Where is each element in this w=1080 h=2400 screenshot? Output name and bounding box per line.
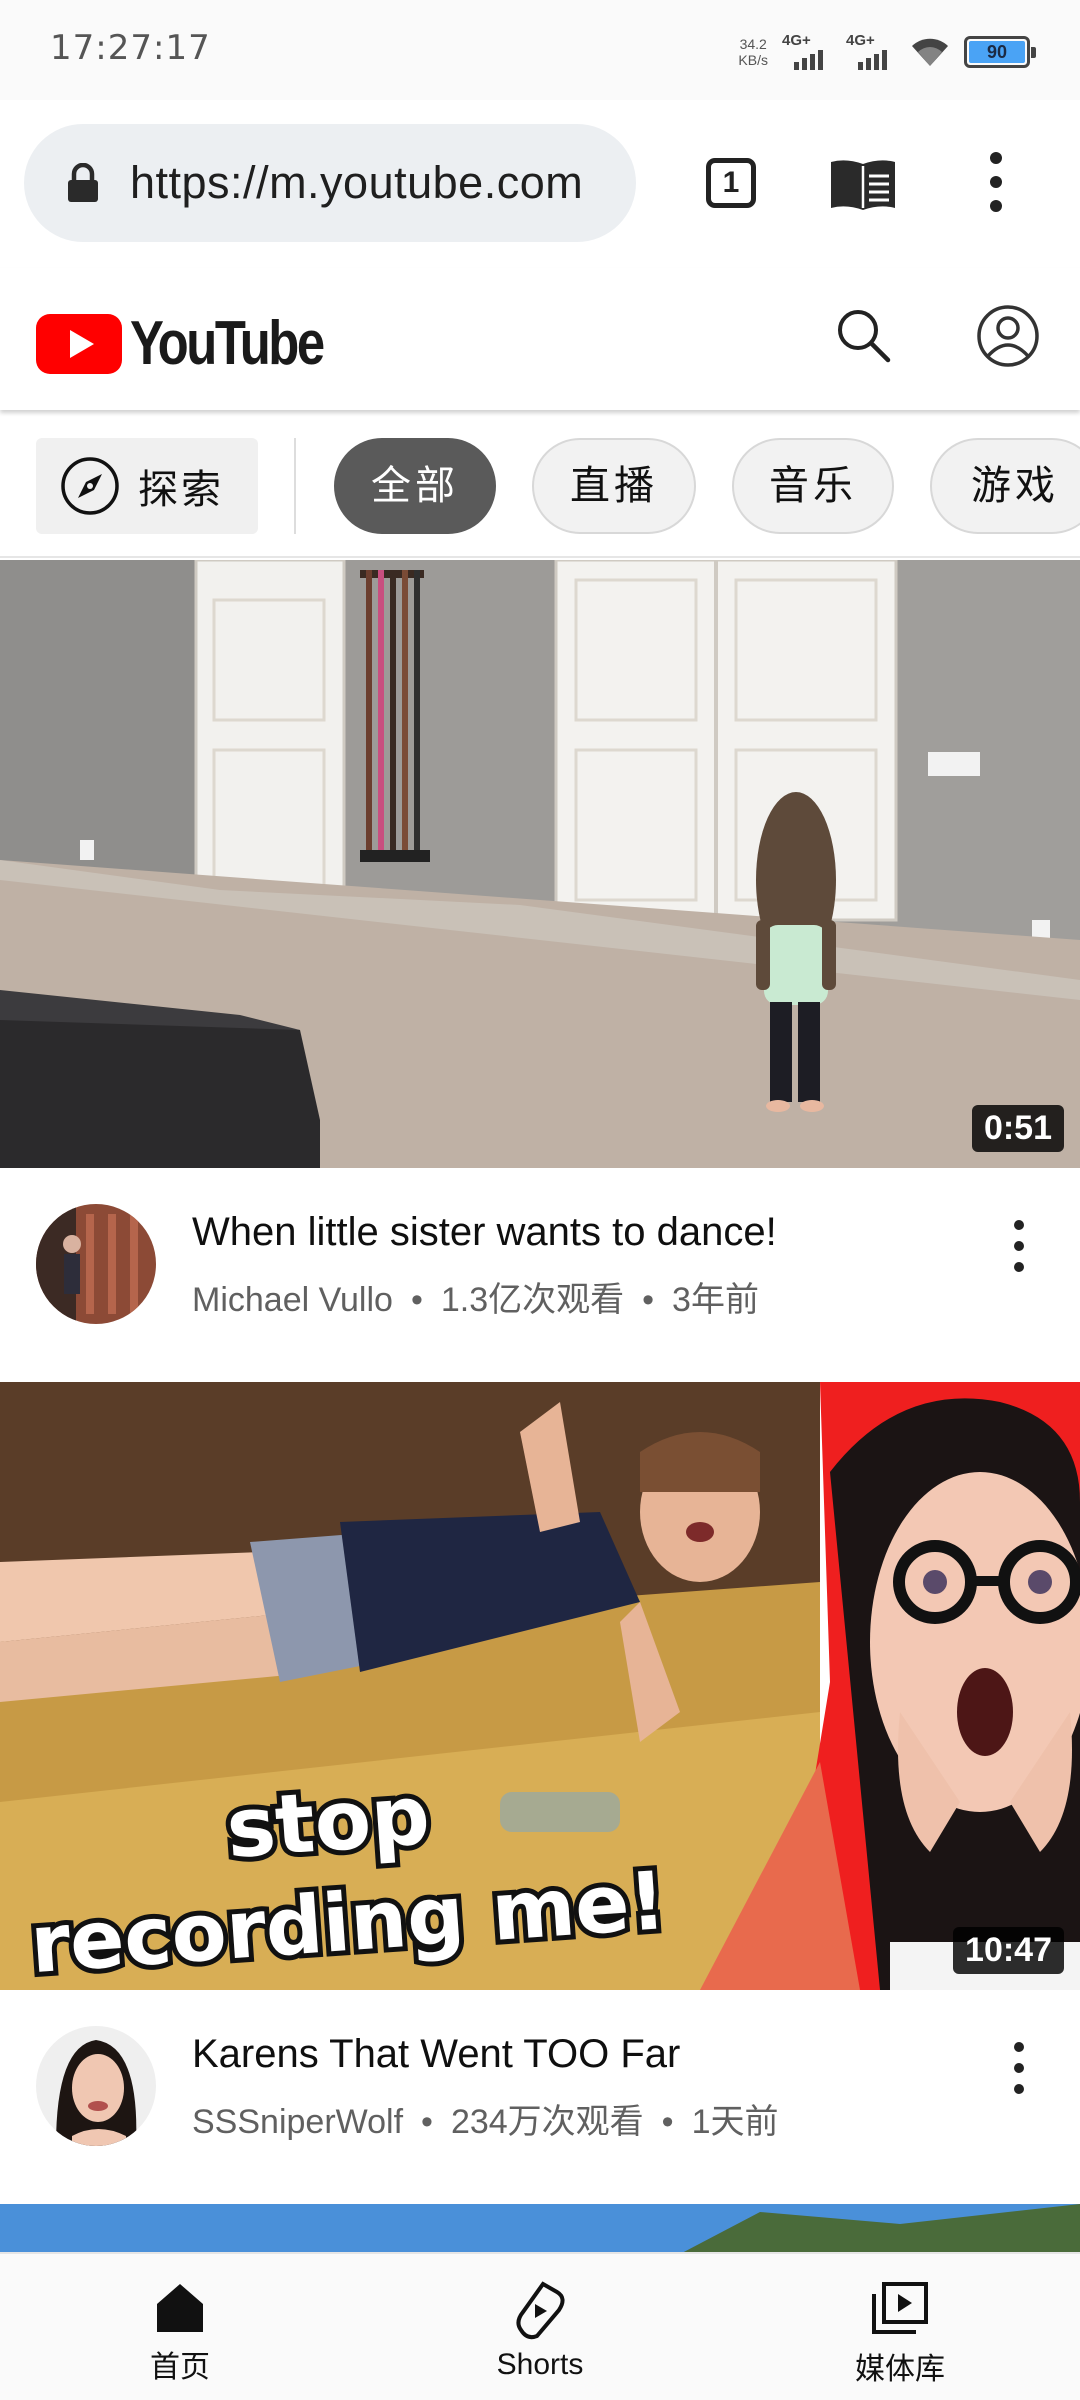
youtube-header: YouTube — [0, 268, 1080, 410]
browser-toolbar: https://m.youtube.com 1 — [0, 100, 1080, 268]
screen: 17:27:17 34.2 KB/s 4G+ 4G+ 90 https://m.… — [0, 0, 1080, 2400]
thumbnail-caption-line1: stop — [223, 1768, 432, 1877]
nav-home[interactable]: 首页 — [80, 2254, 280, 2400]
lock-icon — [68, 163, 98, 202]
thumbnail-image — [0, 2204, 1080, 2254]
upload-age: 1天前 — [691, 2103, 779, 2141]
explore-chip[interactable]: 探索 — [36, 438, 258, 534]
compass-icon — [61, 457, 119, 515]
nav-shorts-label: Shorts — [496, 2348, 584, 2381]
thumbnail-image: stop recording me! — [0, 1382, 1080, 1990]
status-time: 17:27:17 — [50, 28, 211, 68]
status-bar: 17:27:17 34.2 KB/s 4G+ 4G+ 90 — [0, 0, 1080, 100]
address-bar[interactable]: https://m.youtube.com — [24, 124, 636, 242]
chip-live[interactable]: 直播 — [532, 438, 696, 534]
video-thumbnail[interactable]: stop recording me! 10:47 — [0, 1382, 1080, 1990]
network-speed-value: 34.2 — [739, 36, 767, 52]
channel-avatar[interactable] — [36, 1204, 156, 1324]
channel-avatar[interactable] — [36, 2026, 156, 2146]
channel-name[interactable]: SSSniperWolf — [192, 2103, 403, 2141]
avatar-image — [36, 1204, 156, 1324]
bottom-navigation: 首页 Shorts 媒体库 — [0, 2252, 1080, 2400]
network-speed-unit: KB/s — [738, 52, 768, 68]
more-options-icon[interactable] — [1012, 1220, 1026, 1272]
youtube-logo-text: YouTube — [130, 309, 325, 378]
chip-divider — [294, 438, 296, 534]
wifi-icon — [912, 38, 948, 66]
video-details[interactable]: When little sister wants to dance! Micha… — [0, 1168, 1080, 1348]
signal-icon: 4G+ — [782, 32, 832, 72]
video-details[interactable]: Karens That Went TOO Far SSSniperWolf • 23… — [0, 1990, 1080, 2170]
library-icon — [872, 2282, 928, 2334]
thumbnail-image — [0, 560, 1080, 1168]
signal-icon: 4G+ — [846, 32, 896, 72]
browser-menu-button[interactable] — [984, 152, 1008, 212]
account-icon[interactable] — [976, 304, 1040, 368]
network-speed: 34.2 KB/s — [738, 36, 768, 68]
avatar-image — [36, 2026, 156, 2146]
status-icons: 34.2 KB/s 4G+ 4G+ 90 — [738, 30, 1036, 74]
nav-shorts[interactable]: Shorts — [440, 2254, 640, 2400]
separator: • — [410, 1281, 423, 1319]
video-title[interactable]: Karens That Went TOO Far — [192, 2032, 680, 2077]
view-count: 1.3亿次观看 — [440, 1281, 625, 1319]
youtube-logo[interactable]: YouTube — [36, 308, 365, 379]
view-count: 234万次观看 — [450, 2103, 644, 2141]
battery-icon: 90 — [964, 36, 1036, 68]
separator: • — [661, 2103, 674, 2141]
more-options-icon[interactable] — [1012, 2042, 1026, 2094]
signal-label: 4G+ — [846, 32, 875, 49]
video-duration: 10:47 — [953, 1927, 1064, 1974]
tab-switcher-button[interactable]: 1 — [706, 158, 756, 208]
category-chips: 探索 全部 直播 音乐 游戏 — [0, 410, 1080, 558]
video-subtitle: SSSniperWolf • 234万次观看 • 1天前 — [192, 2094, 779, 2143]
home-icon — [157, 2284, 203, 2332]
chip-gaming[interactable]: 游戏 — [930, 438, 1080, 534]
video-thumbnail[interactable]: 0:51 — [0, 560, 1080, 1168]
video-subtitle: Michael Vullo • 1.3亿次观看 • 3年前 — [192, 1272, 759, 1321]
nav-home-label: 首页 — [150, 2351, 210, 2384]
explore-label: 探索 — [138, 467, 224, 513]
video-thumbnail[interactable] — [0, 2204, 1080, 2254]
battery-level: 90 — [969, 41, 1025, 63]
shorts-icon — [516, 2281, 565, 2340]
upload-age: 3年前 — [672, 1281, 759, 1319]
separator: • — [421, 2103, 433, 2141]
url-text: https://m.youtube.com — [130, 157, 584, 208]
signal-label: 4G+ — [782, 32, 811, 49]
search-icon[interactable] — [834, 306, 894, 366]
youtube-play-icon — [36, 313, 122, 374]
channel-name[interactable]: Michael Vullo — [192, 1281, 393, 1319]
nav-library-label: 媒体库 — [855, 2353, 945, 2386]
nav-library[interactable]: 媒体库 — [800, 2254, 1000, 2400]
chip-all[interactable]: 全部 — [334, 438, 496, 534]
chip-music[interactable]: 音乐 — [732, 438, 894, 534]
separator: • — [642, 1281, 655, 1319]
reader-mode-icon[interactable] — [828, 156, 898, 212]
video-duration: 0:51 — [971, 1105, 1064, 1152]
video-title[interactable]: When little sister wants to dance! — [192, 1210, 777, 1255]
